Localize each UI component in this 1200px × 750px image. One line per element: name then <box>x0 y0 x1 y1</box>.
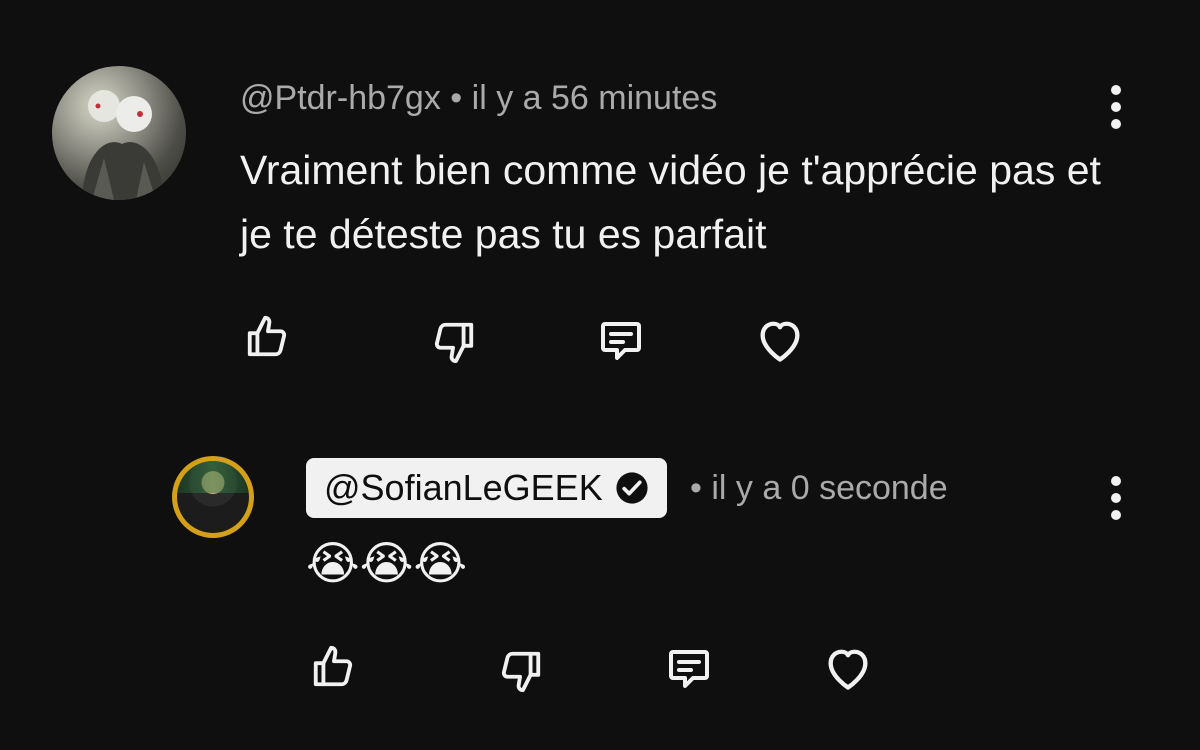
heart-button[interactable] <box>754 316 806 364</box>
comment-icon <box>669 650 709 688</box>
reply-avatar[interactable] <box>172 456 254 538</box>
heart-button[interactable] <box>822 644 874 692</box>
like-button[interactable] <box>244 313 290 361</box>
reply-author: @SofianLeGEEK <box>324 467 603 508</box>
comment-meta: @Ptdr-hb7gx • il y a 56 minutes <box>240 78 717 118</box>
dislike-button[interactable] <box>431 318 477 366</box>
reply-button[interactable] <box>664 644 714 692</box>
reply-time: il y a 0 seconde <box>711 469 948 507</box>
creator-handle-badge[interactable]: @SofianLeGEEK <box>306 458 667 518</box>
thumbs-down-icon <box>434 322 474 364</box>
anime-avatar-icon <box>82 90 164 200</box>
reply-button[interactable] <box>596 316 646 364</box>
reply-meta: • il y a 0 seconde <box>690 468 948 508</box>
meta-separator: • <box>690 469 702 507</box>
comment-text: Vraiment bien comme vidéo je t'apprécie … <box>240 147 1101 257</box>
comment-icon <box>601 322 641 360</box>
profile-photo-icon <box>177 461 249 533</box>
thumbs-up-icon <box>247 315 287 357</box>
like-button[interactable] <box>310 643 356 691</box>
more-options-icon[interactable] <box>1110 476 1122 520</box>
more-options-icon[interactable] <box>1110 85 1122 129</box>
comment-author[interactable]: @Ptdr-hb7gx <box>240 79 441 117</box>
reply-text: 😭😭😭 <box>306 537 468 589</box>
dislike-button[interactable] <box>498 647 544 695</box>
heart-icon <box>828 649 868 690</box>
thumbs-down-icon <box>501 651 541 693</box>
comment-time: il y a 56 minutes <box>471 79 718 117</box>
check-circle-icon <box>616 472 648 504</box>
meta-separator: • <box>450 79 463 117</box>
thumbs-up-icon <box>313 645 353 687</box>
commenter-avatar[interactable] <box>52 66 186 200</box>
heart-icon <box>760 321 800 362</box>
